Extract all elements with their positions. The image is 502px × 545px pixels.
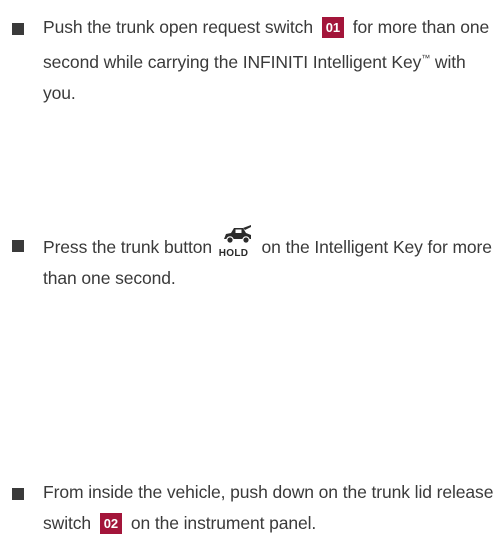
text-segment: Press the trunk button bbox=[43, 237, 213, 257]
callout-badge-01: 01 bbox=[321, 17, 344, 38]
instruction-text: Push the trunk open request switch 01 fo… bbox=[43, 12, 496, 109]
bullet-square bbox=[12, 23, 24, 35]
trademark-symbol: ™ bbox=[421, 53, 431, 63]
instruction-item-3: From inside the vehicle, push down on th… bbox=[12, 477, 496, 539]
instruction-text: From inside the vehicle, push down on th… bbox=[43, 477, 496, 539]
text-segment: on the instrument panel. bbox=[130, 513, 317, 533]
bullet-square bbox=[12, 240, 24, 252]
bullet-square bbox=[12, 488, 24, 500]
instruction-item-2: Press the trunk button HOLD on the Intel… bbox=[12, 225, 496, 294]
hold-label: HOLD bbox=[218, 248, 249, 259]
trunk-open-car-icon: HOLD bbox=[219, 225, 255, 259]
callout-badge-02: 02 bbox=[99, 513, 123, 534]
car-silhouette-icon bbox=[223, 225, 251, 244]
instruction-item-1: Push the trunk open request switch 01 fo… bbox=[12, 12, 496, 109]
instruction-text: Press the trunk button HOLD on the Intel… bbox=[43, 225, 496, 294]
text-segment: Push the trunk open request switch bbox=[43, 17, 313, 37]
